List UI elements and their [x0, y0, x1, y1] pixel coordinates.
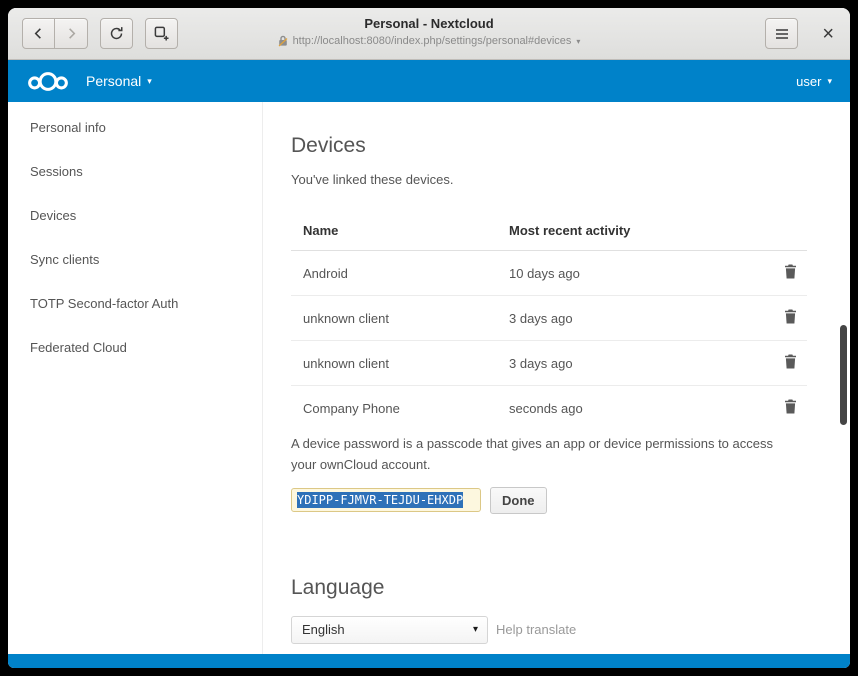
sidebar-item-federated-cloud[interactable]: Federated Cloud — [8, 326, 262, 370]
browser-window: Personal - Nextcloud http://localhost:80… — [8, 8, 850, 668]
language-selected-value: English — [302, 622, 345, 637]
trash-icon — [784, 399, 797, 414]
trash-icon — [784, 309, 797, 324]
forward-icon — [65, 27, 78, 40]
new-tab-button[interactable] — [145, 18, 178, 49]
app-menu-caret-icon: ▾ — [147, 76, 152, 87]
app-menu[interactable]: Personal ▾ — [86, 73, 152, 89]
user-menu-label: user — [796, 74, 821, 89]
device-activity-cell: 3 days ago — [497, 296, 763, 341]
nav-button-group — [22, 18, 88, 49]
url-bar[interactable]: http://localhost:8080/index.php/settings… — [278, 35, 581, 47]
delete-device-button[interactable] — [784, 264, 797, 279]
done-button[interactable]: Done — [490, 487, 547, 514]
close-icon: × — [822, 23, 834, 45]
toolbar-right: × — [765, 18, 836, 49]
select-caret-icon: ▾ — [473, 624, 478, 635]
back-button[interactable] — [22, 18, 55, 49]
trash-icon — [784, 354, 797, 369]
settings-sidebar: Personal info Sessions Devices Sync clie… — [8, 102, 262, 654]
url-dropdown-caret[interactable]: ▾ — [576, 37, 580, 46]
page-footer-strip — [8, 654, 850, 668]
user-menu[interactable]: user ▾ — [796, 74, 832, 89]
table-row: unknown client 3 days ago — [291, 296, 807, 341]
reload-button[interactable] — [100, 18, 133, 49]
devices-subtitle: You've linked these devices. — [291, 172, 826, 187]
app-menu-label: Personal — [86, 73, 141, 89]
language-row: English ▾ Help translate — [291, 616, 826, 644]
device-activity-cell: 3 days ago — [497, 341, 763, 386]
main-panel: Devices You've linked these devices. Nam… — [262, 102, 850, 654]
forward-button[interactable] — [55, 18, 88, 49]
sidebar-item-totp[interactable]: TOTP Second-factor Auth — [8, 282, 262, 326]
table-header-row: Name Most recent activity — [291, 211, 807, 251]
language-select[interactable]: English ▾ — [291, 616, 488, 644]
devices-title: Devices — [291, 134, 826, 158]
sidebar-item-sync-clients[interactable]: Sync clients — [8, 238, 262, 282]
device-password-row: YDIPP-FJMVR-TEJDU-EHXDP Done — [291, 487, 826, 514]
table-row: unknown client 3 days ago — [291, 341, 807, 386]
nextcloud-logo-icon — [26, 69, 70, 94]
sidebar-item-personal-info[interactable]: Personal info — [8, 106, 262, 150]
device-password-input[interactable]: YDIPP-FJMVR-TEJDU-EHXDP — [291, 488, 481, 512]
sidebar-item-sessions[interactable]: Sessions — [8, 150, 262, 194]
nextcloud-logo[interactable] — [26, 69, 70, 94]
scrollbar[interactable] — [840, 325, 847, 425]
device-password-value: YDIPP-FJMVR-TEJDU-EHXDP — [297, 492, 463, 508]
sidebar-item-devices[interactable]: Devices — [8, 194, 262, 238]
url-text: http://localhost:8080/index.php/settings… — [293, 35, 572, 47]
device-name-cell: Android — [291, 251, 497, 296]
table-row: Android 10 days ago — [291, 251, 807, 296]
device-name-cell: Company Phone — [291, 386, 497, 431]
column-header-activity: Most recent activity — [497, 211, 763, 251]
trash-icon — [784, 264, 797, 279]
page-content: Personal info Sessions Devices Sync clie… — [8, 102, 850, 654]
delete-device-button[interactable] — [784, 309, 797, 324]
title-url-area: Personal - Nextcloud http://localhost:80… — [214, 15, 644, 52]
close-button[interactable]: × — [820, 24, 836, 44]
table-row: Company Phone seconds ago — [291, 386, 807, 431]
column-header-actions — [763, 211, 807, 251]
devices-table: Name Most recent activity Android 10 day… — [291, 211, 807, 430]
delete-device-button[interactable] — [784, 354, 797, 369]
back-icon — [32, 27, 45, 40]
language-title: Language — [291, 576, 826, 600]
window-title: Personal - Nextcloud — [214, 15, 644, 33]
hamburger-icon — [775, 28, 789, 40]
column-header-name: Name — [291, 211, 497, 251]
insecure-connection-icon — [278, 35, 288, 47]
reload-icon — [109, 26, 124, 41]
device-name-cell: unknown client — [291, 296, 497, 341]
toolbar-left — [22, 18, 178, 49]
new-tab-icon — [154, 26, 169, 41]
user-menu-caret-icon: ▾ — [827, 76, 832, 87]
device-activity-cell: seconds ago — [497, 386, 763, 431]
help-translate-link[interactable]: Help translate — [496, 622, 576, 637]
device-name-cell: unknown client — [291, 341, 497, 386]
delete-device-button[interactable] — [784, 399, 797, 414]
device-activity-cell: 10 days ago — [497, 251, 763, 296]
device-password-hint: A device password is a passcode that giv… — [291, 434, 796, 476]
menu-button[interactable] — [765, 18, 798, 49]
browser-headerbar: Personal - Nextcloud http://localhost:80… — [8, 8, 850, 60]
nextcloud-header: Personal ▾ user ▾ — [8, 60, 850, 102]
